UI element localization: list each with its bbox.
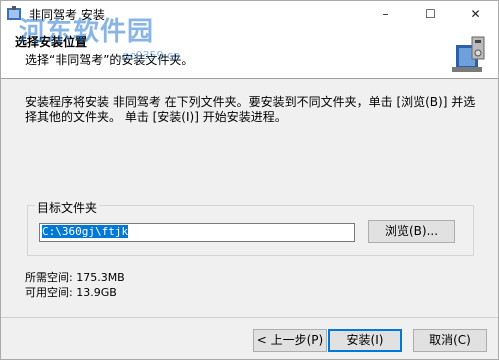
- instructions-text: 安装程序将安装 非同驾考 在下列文件夹。要安装到不同文件夹，单击 [浏览(B)]…: [25, 95, 476, 124]
- window-title: 非同驾考 安装: [29, 8, 105, 22]
- close-button[interactable]: ✕: [453, 1, 498, 27]
- page-title: 选择安装位置: [15, 35, 88, 49]
- install-package-icon: [452, 36, 485, 72]
- destination-group-label: 目标文件夹: [35, 199, 100, 216]
- minimize-button[interactable]: –: [363, 1, 408, 27]
- footer-divider: [1, 317, 498, 318]
- installer-icon: [7, 6, 21, 20]
- browse-button[interactable]: 浏览(B)...: [368, 220, 455, 243]
- installer-window: 非同驾考 安装 – ☐ ✕ 选择安装位置 选择“非同驾考”的安装文件夹。 河东软…: [0, 0, 499, 360]
- install-button[interactable]: 安装(I): [328, 329, 402, 352]
- title-bar[interactable]: 非同驾考 安装 – ☐ ✕: [1, 1, 498, 27]
- destination-path-text: C:\360gj\ftjk: [42, 225, 129, 238]
- page-subtitle: 选择“非同驾考”的安装文件夹。: [25, 53, 194, 67]
- space-required-text: 所需空间: 175.3MB: [25, 271, 125, 284]
- page-header: 选择安装位置 选择“非同驾考”的安装文件夹。: [1, 27, 498, 79]
- cancel-button[interactable]: 取消(C): [413, 329, 487, 352]
- destination-folder-input[interactable]: C:\360gj\ftjk: [39, 223, 355, 242]
- maximize-button[interactable]: ☐: [408, 1, 453, 27]
- space-available-text: 可用空间: 13.9GB: [25, 286, 117, 299]
- back-button[interactable]: < 上一步(P): [253, 329, 327, 352]
